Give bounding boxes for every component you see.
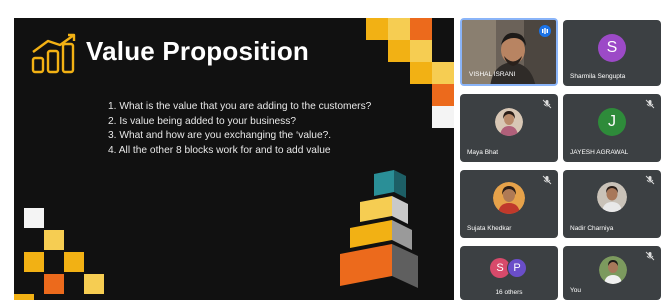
participant-name: You	[570, 287, 581, 294]
avatar: S	[598, 34, 626, 62]
slide-bullet: 1. What is the value that you are adding…	[108, 101, 372, 112]
slide-bullet: 2. Is value being added to your business…	[108, 115, 297, 127]
mic-off-icon	[645, 251, 655, 261]
decor-square	[14, 294, 34, 300]
decor-square	[410, 40, 432, 62]
participant-tile-you[interactable]: You	[563, 246, 661, 300]
slide-bullet-list: 1. What is the value that you are adding…	[108, 100, 371, 158]
avatar	[599, 256, 627, 284]
building-blocks-illustration	[340, 170, 418, 288]
participant-name: Maya Bhat	[467, 149, 499, 156]
participant-name: Sharmila Sengupta	[570, 73, 626, 80]
decor-square	[388, 18, 410, 40]
avatar: J	[598, 108, 626, 136]
decor-square	[432, 106, 454, 128]
decor-square	[432, 62, 454, 84]
participant-tile-jayesh-agrawal[interactable]: J JAYESH AGRAWAL	[563, 94, 661, 162]
decor-square	[432, 84, 454, 106]
participant-name: Nadir Charniya	[570, 225, 614, 232]
slide-bullet: 3. What and how are you exchanging the ‘…	[108, 130, 332, 141]
participant-tile-nadir-charniya[interactable]: Nadir Charniya	[563, 170, 661, 238]
decor-square	[44, 230, 64, 250]
participant-name: Sujata Khedkar	[467, 225, 512, 232]
participant-name: JAYESH AGRAWAL	[570, 149, 629, 156]
decor-square	[64, 252, 84, 272]
decor-square	[366, 18, 388, 40]
decor-square	[44, 274, 64, 294]
decor-square	[24, 252, 44, 272]
avatar	[495, 108, 523, 136]
meeting-screen: Value Proposition 1. What is the value t…	[0, 0, 667, 300]
slide-bullet: 4. All the other 8 blocks work for and t…	[108, 144, 331, 156]
avatar	[493, 182, 525, 214]
participant-tile-vishal-israni[interactable]: VISHAL ISRANI	[460, 18, 558, 86]
presentation-slide: Value Proposition 1. What is the value t…	[14, 18, 454, 300]
decor-square	[388, 40, 410, 62]
participant-tile-others[interactable]: S P 16 others	[460, 246, 558, 300]
participant-name: VISHAL ISRANI	[469, 71, 516, 78]
participant-tile-maya-bhat[interactable]: Maya Bhat	[460, 94, 558, 162]
growth-chart-logo-icon	[31, 33, 76, 74]
decor-square	[410, 18, 432, 40]
mic-off-icon	[542, 175, 552, 185]
mic-off-icon	[645, 175, 655, 185]
avatar: P	[507, 258, 527, 278]
decor-square	[24, 208, 44, 228]
mic-off-icon	[542, 99, 552, 109]
mic-off-icon	[645, 99, 655, 109]
avatar	[597, 182, 627, 212]
participant-tile-sharmila-sengupta[interactable]: S Sharmila Sengupta	[563, 20, 661, 86]
participant-name: 16 others	[495, 289, 523, 296]
slide-title: Value Proposition	[86, 36, 309, 66]
decor-square	[410, 62, 432, 84]
participant-tile-sujata-khedkar[interactable]: Sujata Khedkar	[460, 170, 558, 238]
decor-square	[84, 274, 104, 294]
speaking-indicator-icon	[539, 25, 551, 37]
